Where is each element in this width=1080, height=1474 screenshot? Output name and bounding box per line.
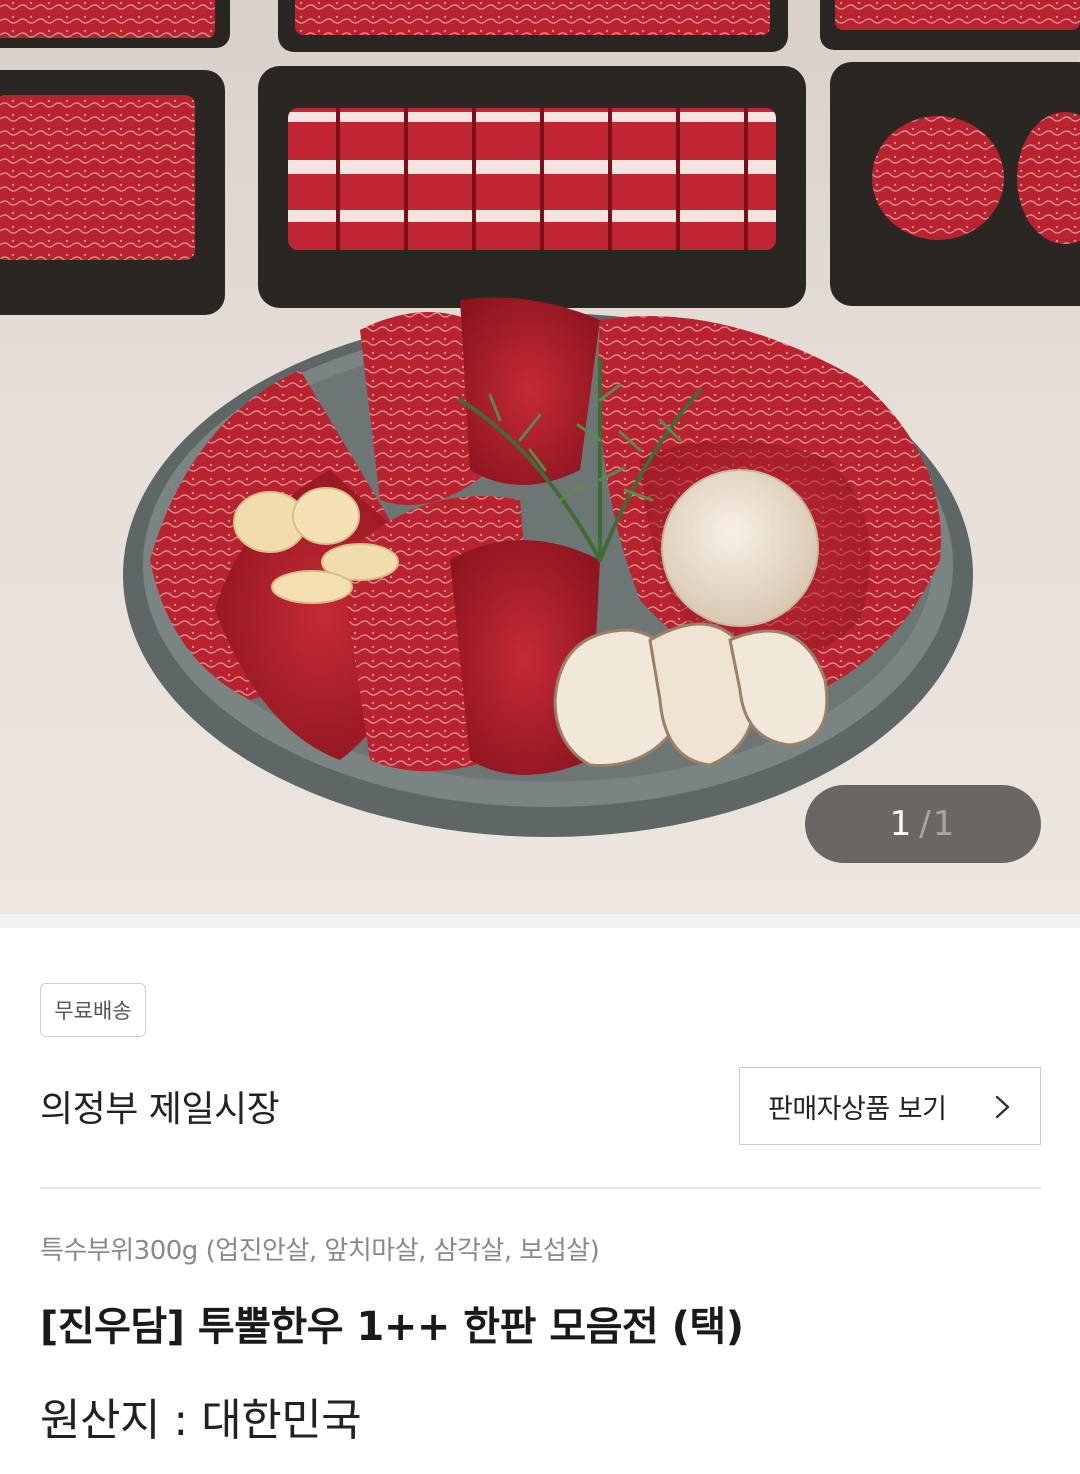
image-counter-current: 1 bbox=[889, 804, 914, 844]
product-origin: 원산지 : 대한민국 bbox=[40, 1395, 362, 1446]
product-subtitle: 특수부위300g (업진안살, 앞치마살, 삼각살, 보섭살) bbox=[40, 1236, 600, 1266]
seller-name[interactable]: 의정부 제일시장 bbox=[40, 1080, 280, 1132]
image-counter: 1 / 1 bbox=[805, 785, 1041, 863]
chevron-right-icon bbox=[995, 1095, 1010, 1119]
view-seller-products-label: 판매자상품 보기 bbox=[768, 1093, 947, 1125]
product-photo bbox=[0, 0, 1080, 837]
product-image[interactable]: 1 / 1 bbox=[0, 0, 1080, 914]
free-shipping-badge: 무료배송 bbox=[40, 983, 146, 1037]
section-divider bbox=[0, 914, 1080, 928]
divider bbox=[40, 1187, 1041, 1189]
view-seller-products-button[interactable]: 판매자상품 보기 bbox=[739, 1067, 1041, 1145]
image-counter-separator: / bbox=[919, 804, 933, 844]
image-counter-total: 1 bbox=[932, 804, 957, 844]
product-title: [진우담] 투뿔한우 1++ 한판 모음전 (택) bbox=[40, 1304, 744, 1350]
